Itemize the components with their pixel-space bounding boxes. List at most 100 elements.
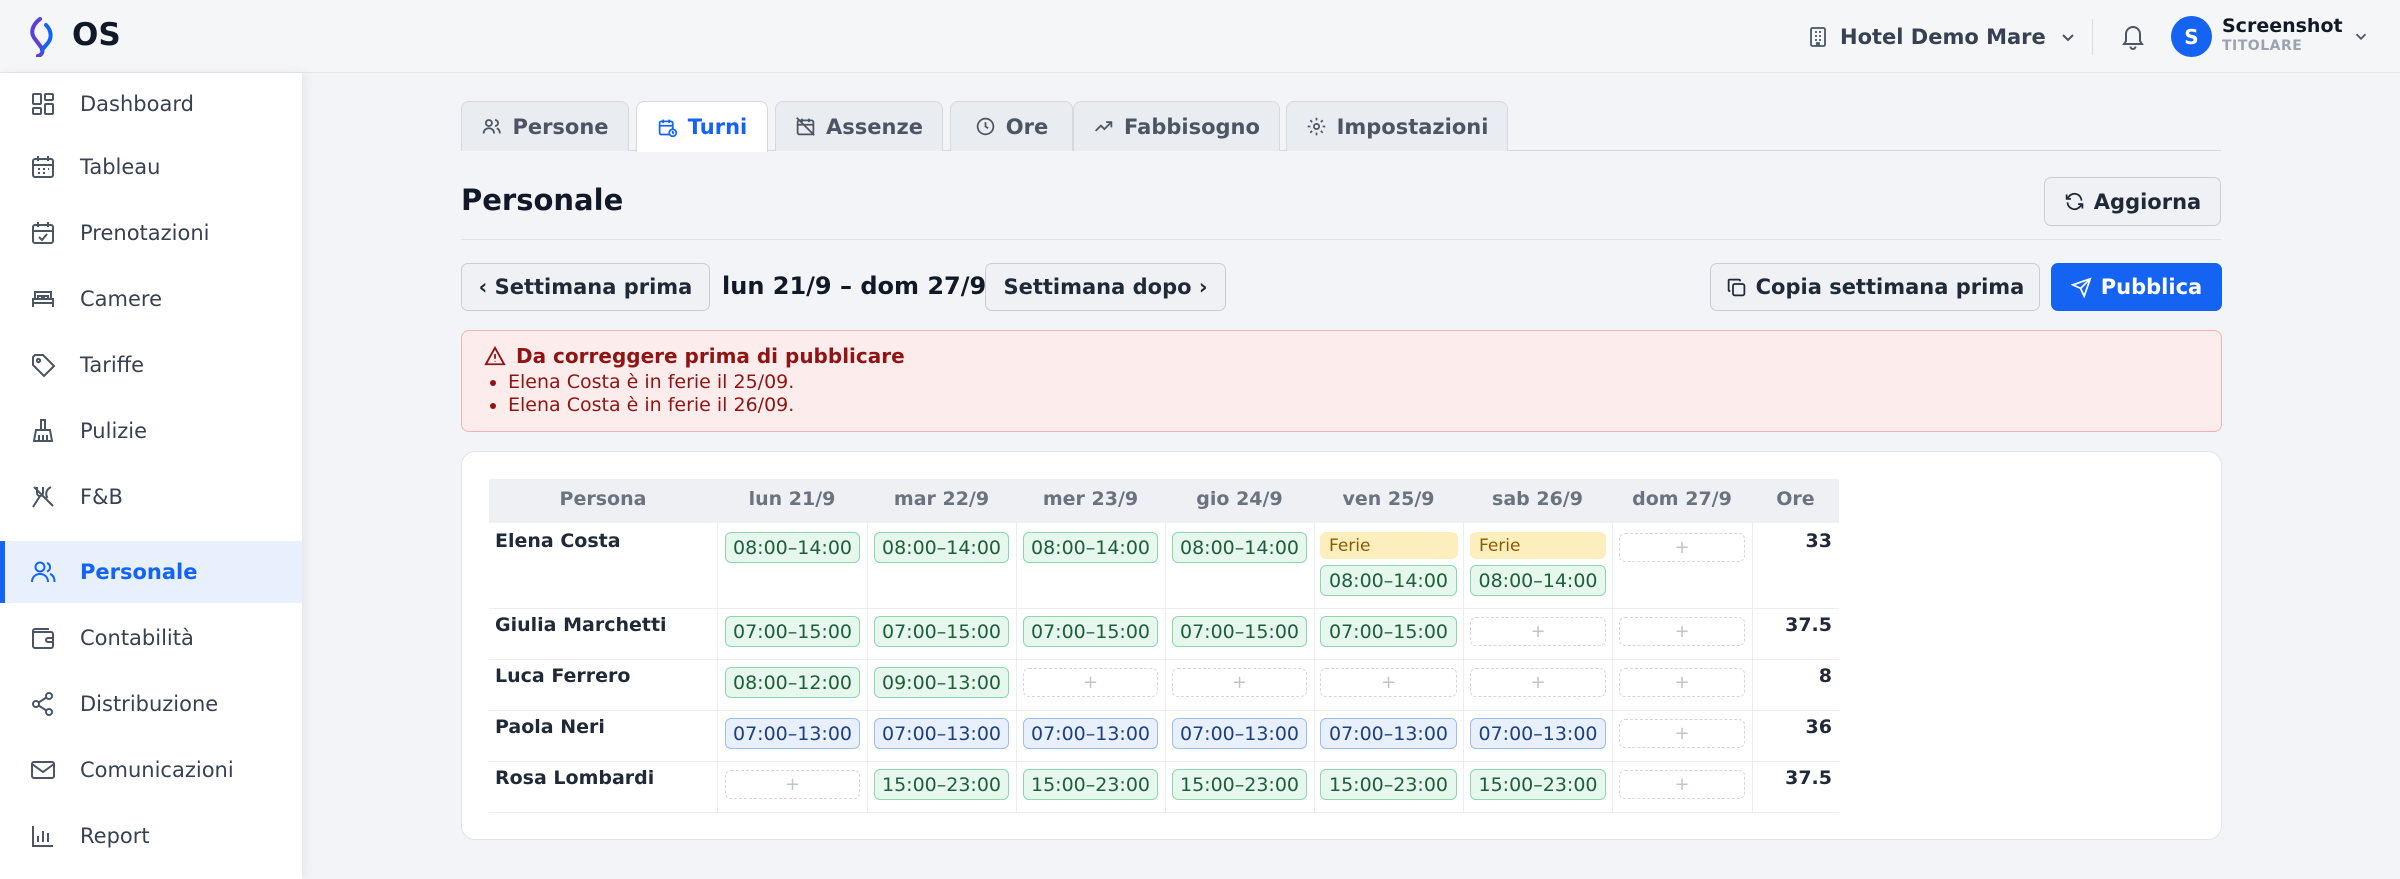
hours-total: 37.5 — [1785, 767, 1832, 789]
sidebar-item-label: Contabilità — [80, 626, 194, 650]
shift-chip[interactable]: 15:00–23:00 — [1320, 769, 1457, 800]
sidebar-item-camere[interactable]: Camere — [0, 268, 302, 330]
add-shift-button[interactable]: + — [1320, 668, 1457, 697]
next-week-button[interactable]: Settimana dopo › — [985, 263, 1226, 311]
copy-week-label: Copia settimana prima — [1755, 275, 2025, 299]
add-shift-button[interactable]: + — [725, 770, 860, 799]
mail-icon — [31, 761, 55, 779]
shift-chip[interactable]: 07:00–15:00 — [1172, 616, 1307, 647]
sidebar-item-label: F&B — [80, 485, 123, 509]
shift-chip[interactable]: 09:00–13:00 — [874, 667, 1009, 698]
prev-week-button[interactable]: ‹ Settimana prima — [461, 263, 710, 311]
add-shift-button[interactable]: + — [1172, 668, 1307, 697]
sidebar-item-tariffe[interactable]: Tariffe — [0, 334, 302, 396]
utensils-icon — [32, 486, 54, 508]
trend-up-icon — [1095, 121, 1113, 132]
shift-chip[interactable]: 07:00–13:00 — [1023, 718, 1158, 749]
add-shift-button[interactable]: + — [1619, 770, 1745, 799]
hours-total: 8 — [1818, 665, 1832, 687]
sidebar-item-label: Tariffe — [80, 353, 145, 377]
sidebar-item-label: Report — [80, 824, 150, 848]
divider — [1016, 523, 1017, 812]
divider — [489, 608, 1839, 609]
tab-turni[interactable]: Turni — [636, 101, 768, 152]
shift-chip[interactable]: 08:00–14:00 — [1320, 565, 1457, 596]
shift-chip[interactable]: 07:00–13:00 — [725, 718, 860, 749]
copy-week-button[interactable]: Copia settimana prima — [1710, 263, 2040, 311]
sidebar-item-label: Comunicazioni — [80, 758, 234, 782]
shift-chip[interactable]: 07:00–15:00 — [725, 616, 860, 647]
shift-chip[interactable]: 07:00–13:00 — [874, 718, 1009, 749]
sidebar-item-comunicazioni[interactable]: Comunicazioni — [0, 739, 302, 801]
add-shift-button[interactable]: + — [1619, 668, 1745, 697]
bell-icon[interactable] — [2120, 22, 2146, 50]
sidebar-item-report[interactable]: Report — [0, 805, 302, 867]
user-name[interactable]: Screenshot — [2222, 15, 2343, 37]
shift-chip[interactable]: 08:00–14:00 — [874, 532, 1009, 563]
shift-chip[interactable]: 07:00–13:00 — [1470, 718, 1606, 749]
shift-chip[interactable]: 15:00–23:00 — [1023, 769, 1158, 800]
tab-persone[interactable]: Persone — [461, 101, 629, 151]
column-header: gio 24/9 — [1196, 488, 1283, 510]
building-icon — [1810, 27, 1826, 47]
divider — [489, 710, 1839, 711]
tab-ore[interactable]: Ore — [950, 101, 1073, 151]
clock-icon — [976, 117, 995, 136]
shift-chip[interactable]: 15:00–23:00 — [1172, 769, 1307, 800]
users-icon — [483, 119, 502, 134]
publish-button[interactable]: Pubblica — [2051, 263, 2222, 311]
shift-chip[interactable]: 07:00–15:00 — [1023, 616, 1158, 647]
shift-chip[interactable]: 08:00–14:00 — [1023, 532, 1158, 563]
shift-chip[interactable]: 07:00–13:00 — [1320, 718, 1457, 749]
add-shift-button[interactable]: + — [1619, 533, 1745, 562]
hotel-selector[interactable]: Hotel Demo Mare — [1808, 22, 2078, 52]
add-shift-button[interactable]: + — [1619, 617, 1745, 646]
person-name: Giulia Marchetti — [495, 614, 667, 636]
divider — [1165, 523, 1166, 812]
validation-alert: Da correggere prima di pubblicare Elena … — [461, 330, 2222, 432]
sidebar-item-contabilita[interactable]: Contabilità — [0, 607, 302, 669]
hours-total: 33 — [1805, 530, 1832, 552]
shift-chip[interactable]: 07:00–15:00 — [1320, 616, 1457, 647]
tab-impostazioni[interactable]: Impostazioni — [1286, 101, 1508, 151]
divider — [1314, 523, 1315, 812]
shift-chip[interactable]: 08:00–12:00 — [725, 667, 860, 698]
top-bar: OS Hotel Demo Mare S Screenshot TITOLARE — [0, 0, 2400, 73]
chevron-down-icon[interactable] — [2352, 27, 2370, 45]
users-icon — [31, 561, 56, 583]
tab-label: Fabbisogno — [1124, 114, 1260, 139]
divider — [489, 659, 1839, 660]
sidebar-item-label: Dashboard — [80, 92, 194, 116]
add-shift-button[interactable]: + — [1470, 617, 1606, 646]
sidebar-item-fb[interactable]: F&B — [0, 466, 302, 528]
person-name: Paola Neri — [495, 716, 605, 738]
add-shift-button[interactable]: + — [1619, 719, 1745, 748]
sidebar-item-personale[interactable]: Personale — [0, 541, 302, 603]
add-shift-button[interactable]: + — [1023, 668, 1158, 697]
sidebar-item-tableau[interactable]: Tableau — [0, 136, 302, 198]
column-header: dom 27/9 — [1632, 488, 1732, 510]
tab-fabbisogno[interactable]: Fabbisogno — [1073, 101, 1280, 151]
refresh-button[interactable]: Aggiorna — [2044, 177, 2221, 226]
shift-chip[interactable]: 15:00–23:00 — [1470, 769, 1606, 800]
shift-chip[interactable]: 08:00–14:00 — [1172, 532, 1307, 563]
shift-chip[interactable]: 07:00–15:00 — [874, 616, 1009, 647]
column-header: Ore — [1776, 488, 1815, 510]
person-name: Luca Ferrero — [495, 665, 631, 687]
sidebar-item-prenotazioni[interactable]: Prenotazioni — [0, 202, 302, 264]
sidebar-item-pulizie[interactable]: Pulizie — [0, 400, 302, 462]
tab-assenze[interactable]: Assenze — [775, 101, 943, 151]
shift-chip[interactable]: 08:00–14:00 — [1470, 565, 1606, 596]
shift-chip[interactable]: 15:00–23:00 — [874, 769, 1009, 800]
shift-chip[interactable]: 08:00–14:00 — [725, 532, 860, 563]
sidebar-item-distribuzione[interactable]: Distribuzione — [0, 673, 302, 735]
divider — [461, 239, 2221, 240]
person-name: Elena Costa — [495, 530, 621, 552]
sidebar-item-dashboard[interactable]: Dashboard — [0, 73, 302, 135]
add-shift-button[interactable]: + — [1470, 668, 1606, 697]
shift-chip[interactable]: 07:00–13:00 — [1172, 718, 1307, 749]
column-header: ven 25/9 — [1342, 488, 1435, 510]
divider — [1612, 523, 1613, 812]
avatar[interactable]: S — [2171, 16, 2212, 57]
tab-label: Impostazioni — [1336, 114, 1489, 139]
